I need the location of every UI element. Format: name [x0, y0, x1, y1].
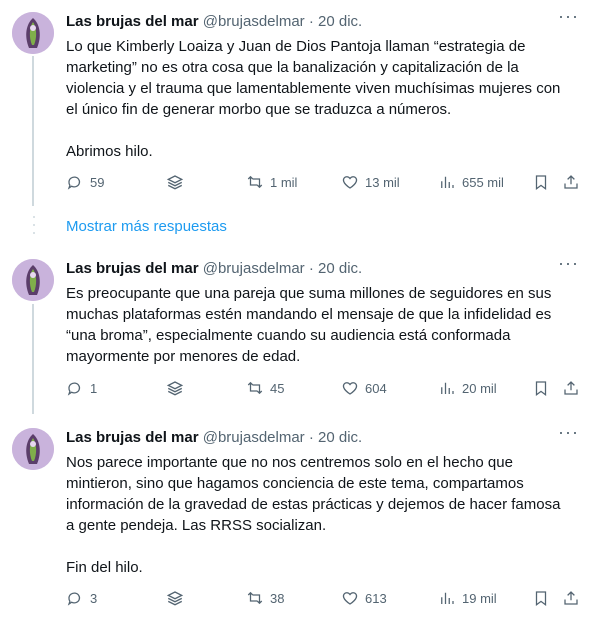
bookmark-button[interactable] — [532, 172, 550, 192]
tweet-actions: 1 45 604 20 mil — [66, 378, 582, 398]
layers-icon — [166, 175, 184, 190]
reply-count: 1 — [90, 380, 98, 396]
tweet-header: Las brujas del mar @brujasdelmar · 20 di… — [66, 259, 580, 279]
more-options-icon[interactable]: ··· — [558, 423, 578, 446]
reply-button[interactable]: 59 — [66, 172, 104, 192]
views-button[interactable]: 20 mil — [438, 378, 497, 398]
reply-button[interactable]: 1 — [66, 378, 97, 398]
share-icon — [564, 591, 578, 605]
tweet-text: Nos parece importante que no nos centrem… — [66, 454, 561, 576]
reply-button[interactable]: 3 — [66, 588, 97, 608]
views-button[interactable]: 19 mil — [438, 588, 497, 608]
separator: · — [308, 429, 314, 446]
bookmark-button[interactable] — [532, 588, 550, 608]
tweet-header: Las brujas del mar @brujasdelmar · 20 di… — [66, 12, 580, 32]
author-handle[interactable]: @brujasdelmar — [203, 260, 305, 277]
stack-button[interactable] — [166, 172, 184, 192]
like-count: 604 — [365, 380, 387, 396]
avatar[interactable] — [12, 428, 54, 470]
tweet-actions: 59 1 mil 13 mil 655 mil — [66, 172, 582, 192]
reply-count: 3 — [90, 590, 98, 606]
thread-line — [32, 304, 34, 414]
like-button[interactable]: 604 — [341, 378, 387, 398]
views-icon — [441, 382, 454, 394]
tweet-date[interactable]: 20 dic. — [318, 429, 362, 446]
tweet-actions: 3 38 613 19 mil — [66, 588, 582, 608]
separator: · — [308, 13, 314, 30]
reply-icon — [67, 176, 81, 190]
heart-icon — [342, 592, 358, 605]
retweet-count: 45 — [270, 380, 285, 396]
retweet-icon — [247, 591, 263, 605]
heart-icon — [342, 382, 358, 395]
share-button[interactable] — [562, 588, 580, 608]
share-icon — [564, 175, 578, 189]
thread-dot — [33, 232, 35, 234]
share-button[interactable] — [562, 172, 580, 192]
like-count: 13 mil — [365, 174, 400, 190]
views-icon — [441, 592, 454, 604]
reply-count: 59 — [90, 174, 105, 190]
view-count: 19 mil — [462, 590, 497, 606]
stack-button[interactable] — [166, 378, 184, 398]
tweet-date[interactable]: 20 dic. — [318, 13, 362, 30]
thread-line — [32, 56, 34, 206]
more-options-icon[interactable]: ··· — [558, 254, 578, 277]
retweet-count: 1 mil — [270, 174, 298, 190]
bookmark-button[interactable] — [532, 378, 550, 398]
bookmark-icon — [535, 381, 547, 397]
retweet-icon — [247, 381, 263, 395]
like-button[interactable]: 13 mil — [341, 172, 400, 192]
share-icon — [564, 381, 578, 395]
like-count: 613 — [365, 590, 387, 606]
view-count: 20 mil — [462, 380, 497, 396]
reply-icon — [67, 592, 81, 606]
author-name[interactable]: Las brujas del mar — [66, 13, 199, 30]
layers-icon — [166, 381, 184, 396]
author-name[interactable]: Las brujas del mar — [66, 260, 199, 277]
retweet-button[interactable]: 45 — [246, 378, 284, 398]
author-handle[interactable]: @brujasdelmar — [203, 13, 305, 30]
retweet-count: 38 — [270, 590, 285, 606]
more-options-icon[interactable]: ··· — [558, 7, 578, 30]
views-icon — [441, 176, 454, 188]
stack-button[interactable] — [166, 588, 184, 608]
views-button[interactable]: 655 mil — [438, 172, 504, 192]
tweet-text: Es preocupante que una pareja que suma m… — [66, 285, 556, 365]
bookmark-icon — [535, 591, 547, 607]
retweet-icon — [247, 175, 263, 189]
tweet-date[interactable]: 20 dic. — [318, 260, 362, 277]
retweet-button[interactable]: 1 mil — [246, 172, 297, 192]
show-more-replies-link[interactable]: Mostrar más respuestas — [66, 218, 227, 235]
view-count: 655 mil — [462, 174, 504, 190]
like-button[interactable]: 613 — [341, 588, 387, 608]
avatar[interactable] — [12, 12, 54, 54]
reply-icon — [67, 382, 81, 396]
bookmark-icon — [535, 175, 547, 191]
thread-dot — [33, 224, 35, 226]
retweet-button[interactable]: 38 — [246, 588, 284, 608]
avatar[interactable] — [12, 259, 54, 301]
tweet-header: Las brujas del mar @brujasdelmar · 20 di… — [66, 428, 580, 448]
author-name[interactable]: Las brujas del mar — [66, 429, 199, 446]
author-handle[interactable]: @brujasdelmar — [203, 429, 305, 446]
tweet-text: Lo que Kimberly Loaiza y Juan de Dios Pa… — [66, 38, 561, 160]
layers-icon — [166, 591, 184, 606]
heart-icon — [342, 176, 358, 189]
thread-dot — [33, 216, 35, 218]
share-button[interactable] — [562, 378, 580, 398]
separator: · — [308, 260, 314, 277]
